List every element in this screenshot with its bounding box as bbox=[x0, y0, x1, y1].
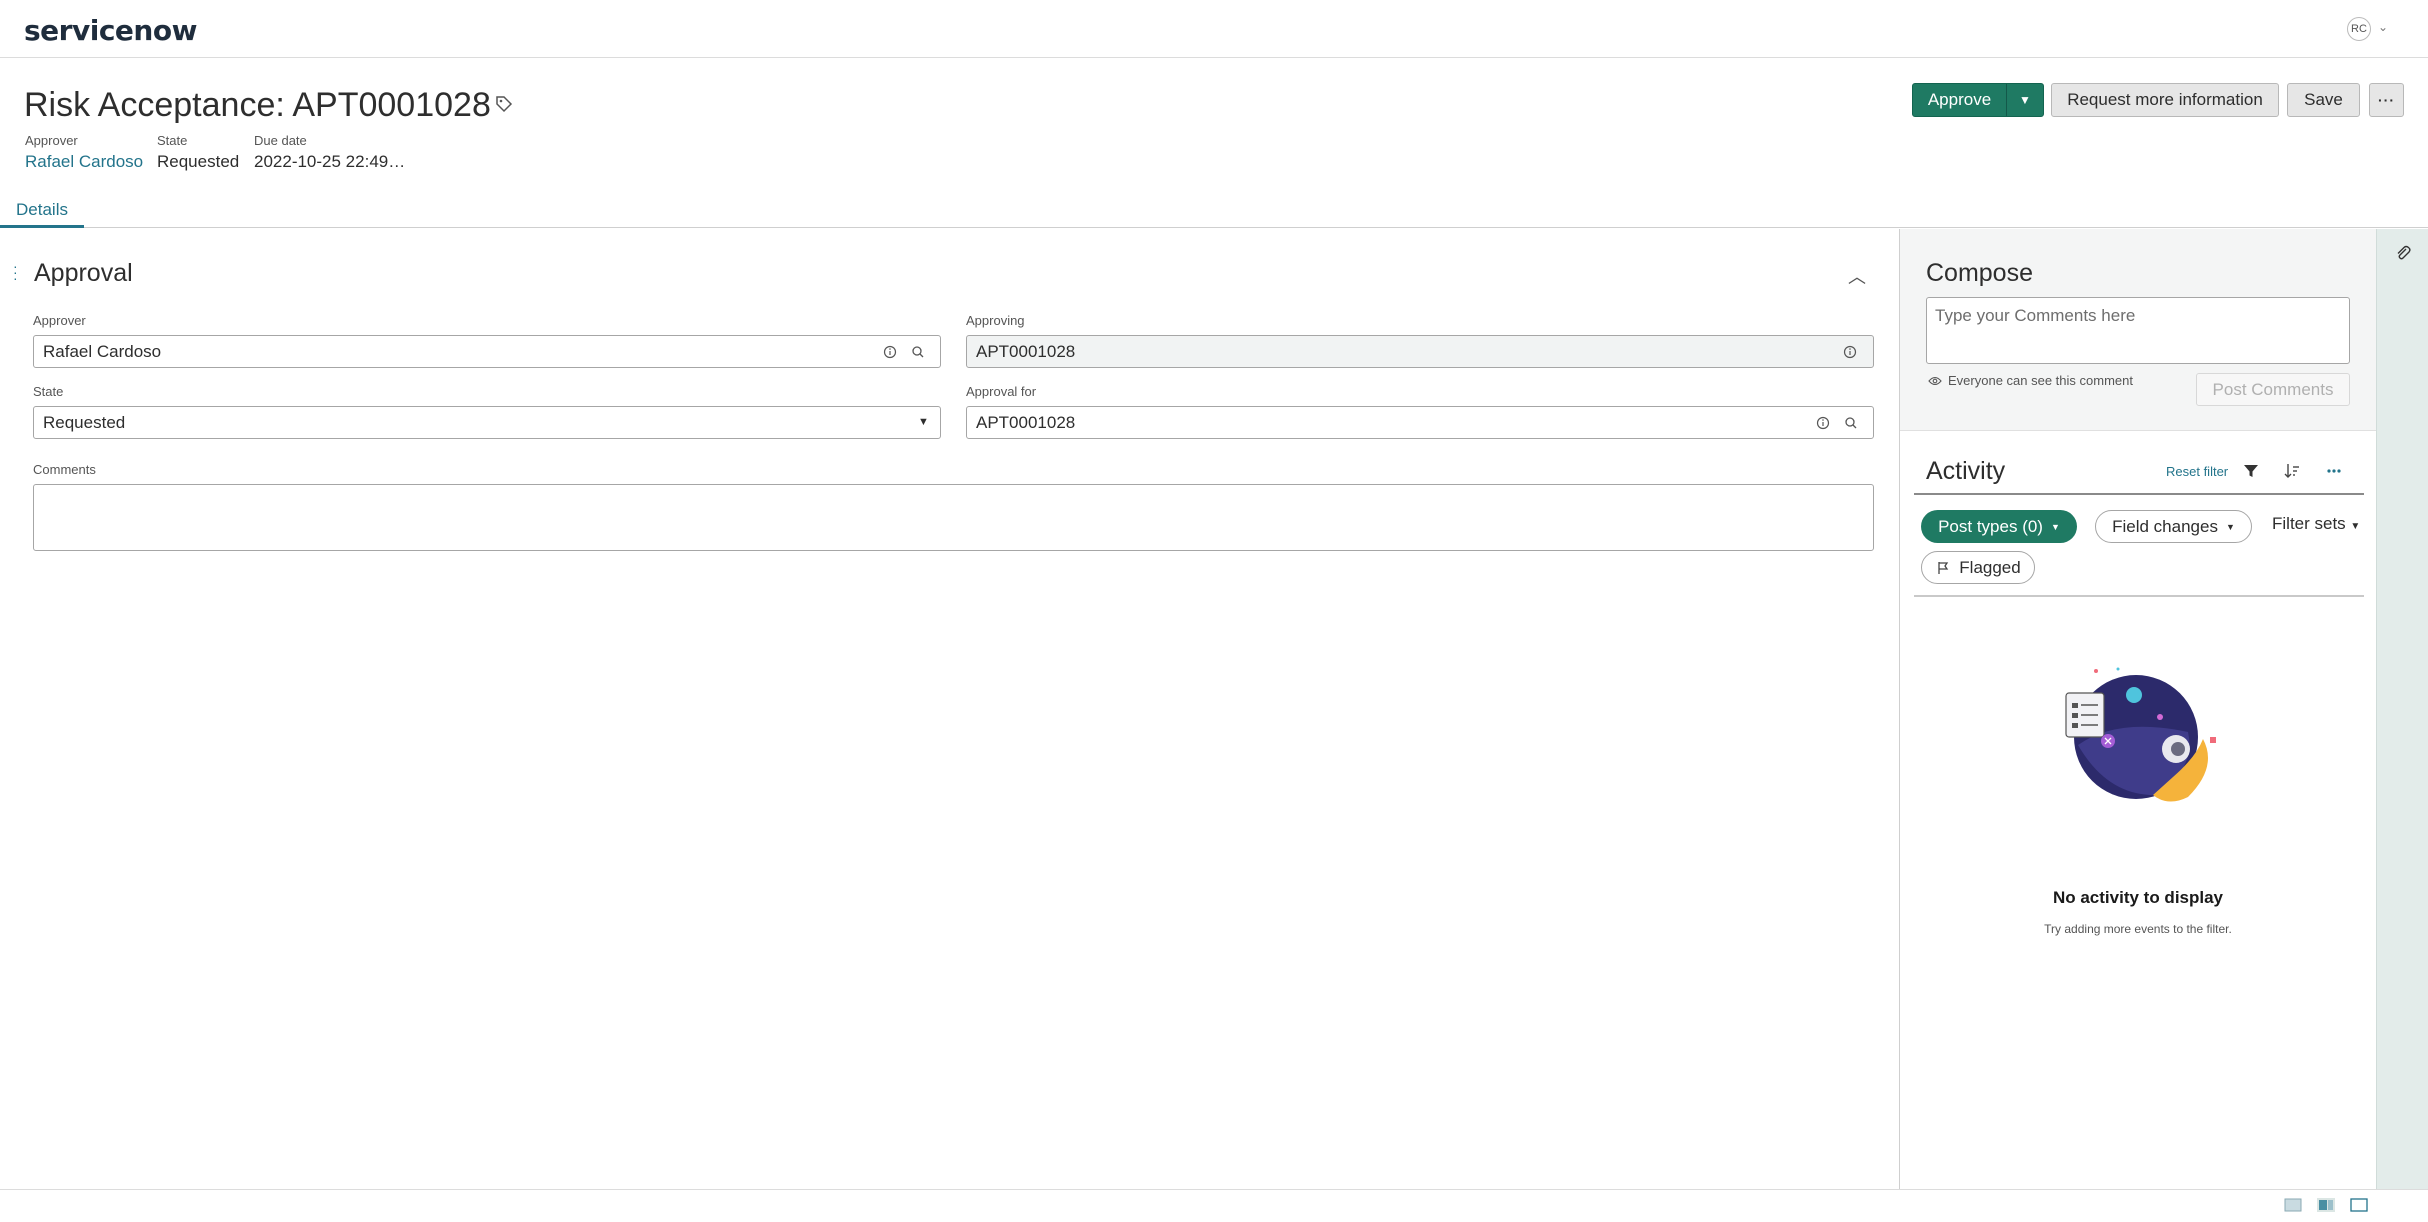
approver-value: Rafael Cardoso bbox=[43, 341, 162, 361]
caret-down-icon: ▼ bbox=[918, 416, 929, 428]
eye-icon bbox=[1928, 376, 1942, 385]
field-changes-label: Field changes bbox=[2112, 516, 2218, 536]
visibility-text: Everyone can see this comment bbox=[1948, 373, 2133, 388]
servicenow-logo[interactable]: servicenow bbox=[24, 14, 197, 47]
layout-wide-icon[interactable] bbox=[2350, 1198, 2368, 1212]
visibility-note: Everyone can see this comment bbox=[1928, 373, 2133, 388]
search-icon[interactable] bbox=[910, 344, 926, 360]
compose-section: Compose Type your Comments here Everyone… bbox=[1900, 229, 2376, 431]
comments-label: Comments bbox=[33, 462, 96, 477]
layout-single-icon[interactable] bbox=[2284, 1198, 2302, 1212]
comments-textarea[interactable] bbox=[33, 484, 1874, 551]
approving-value: APT0001028 bbox=[976, 341, 1076, 361]
paperclip-icon[interactable] bbox=[2393, 243, 2413, 263]
flagged-filter[interactable]: Flagged bbox=[1921, 551, 2035, 584]
flagged-label: Flagged bbox=[1959, 557, 2021, 577]
post-types-filter[interactable]: Post types (0) ▼ bbox=[1921, 510, 2077, 543]
approve-button[interactable]: Approve bbox=[1913, 84, 2007, 116]
caret-down-icon: ▼ bbox=[2225, 521, 2235, 532]
flag-icon bbox=[1938, 561, 1949, 574]
approving-label: Approving bbox=[966, 313, 1025, 328]
user-avatar[interactable]: RC bbox=[2347, 17, 2371, 41]
approver-link[interactable]: Rafael Cardoso bbox=[25, 152, 143, 172]
compose-title: Compose bbox=[1926, 259, 2033, 287]
meta-label: Due date bbox=[254, 133, 307, 148]
caret-down-icon: ▼ bbox=[2050, 521, 2060, 532]
filter-sets-dropdown[interactable]: Filter sets ▼ bbox=[2272, 514, 2360, 534]
info-icon[interactable] bbox=[882, 344, 898, 360]
state-value: Requested bbox=[43, 412, 126, 432]
reset-filter-link[interactable]: Reset filter bbox=[2166, 464, 2228, 479]
approving-field[interactable]: APT0001028 bbox=[966, 335, 1874, 368]
more-actions-button[interactable]: ··· bbox=[2369, 83, 2404, 117]
caret-down-icon: ▼ bbox=[2350, 521, 2361, 532]
info-icon[interactable] bbox=[1842, 344, 1858, 360]
meta-value: 2022-10-25 22:49… bbox=[254, 152, 406, 171]
empty-state-illustration bbox=[2065, 667, 2216, 802]
post-comments-button[interactable]: Post Comments bbox=[2196, 373, 2350, 406]
caret-down-icon[interactable]: ▼ bbox=[2007, 84, 2043, 116]
top-navigation-bar: servicenow RC ⌄ bbox=[0, 0, 2428, 58]
filter-sets-label: Filter sets bbox=[2272, 514, 2346, 533]
approver-field[interactable]: Rafael Cardoso bbox=[33, 335, 941, 368]
request-more-information-button[interactable]: Request more information bbox=[2051, 83, 2279, 117]
more-icon[interactable] bbox=[2324, 461, 2344, 481]
meta-approver: Approver Rafael Cardoso bbox=[25, 133, 143, 172]
save-button[interactable]: Save bbox=[2287, 83, 2360, 117]
logo-text: servicenow bbox=[24, 14, 197, 47]
meta-label: Approver bbox=[25, 133, 78, 148]
filter-icon[interactable] bbox=[2241, 461, 2261, 481]
approve-split-button: Approve ▼ bbox=[1912, 83, 2044, 117]
sort-icon[interactable] bbox=[2282, 461, 2302, 481]
approver-label: Approver bbox=[33, 313, 86, 328]
bottom-bar bbox=[0, 1189, 2428, 1222]
right-rail bbox=[2376, 229, 2428, 1189]
meta-value: Requested bbox=[157, 152, 240, 171]
post-types-label: Post types (0) bbox=[1938, 516, 2043, 536]
filter-divider bbox=[1914, 595, 2364, 597]
activity-divider bbox=[1914, 493, 2364, 495]
state-select[interactable]: Requested ▼ bbox=[33, 406, 941, 439]
tag-icon[interactable] bbox=[494, 94, 514, 114]
search-icon[interactable] bbox=[1843, 415, 1859, 431]
approval-for-label: Approval for bbox=[966, 384, 1037, 399]
tab-details[interactable]: Details bbox=[0, 194, 84, 228]
page-title: Risk Acceptance: APT0001028 bbox=[24, 86, 491, 124]
info-icon[interactable] bbox=[1815, 415, 1831, 431]
chevron-up-icon[interactable]: ︿ bbox=[1848, 263, 1866, 289]
form-area: · · · Approval ︿ Approver Rafael Cardoso A… bbox=[0, 229, 1900, 1189]
activity-panel: Compose Type your Comments here Everyone… bbox=[1900, 229, 2376, 1189]
layout-split-icon[interactable] bbox=[2317, 1198, 2335, 1212]
field-changes-filter[interactable]: Field changes ▼ bbox=[2095, 510, 2252, 543]
section-title: Approval bbox=[34, 259, 133, 287]
meta-label: State bbox=[157, 133, 188, 148]
record-header: Risk Acceptance: APT0001028 Approver Raf… bbox=[0, 58, 2428, 228]
chevron-down-icon[interactable]: ⌄ bbox=[2378, 20, 2388, 34]
empty-state-title: No activity to display bbox=[2052, 888, 2224, 907]
meta-due-date: Due date 2022-10-25 22:49… bbox=[254, 133, 405, 172]
approval-for-field[interactable]: APT0001028 bbox=[966, 406, 1874, 439]
approval-for-value: APT0001028 bbox=[976, 412, 1076, 432]
empty-state-subtitle: Try adding more events to the filter. bbox=[2044, 922, 2232, 936]
meta-state: State Requested bbox=[157, 133, 239, 172]
compose-textarea[interactable]: Type your Comments here bbox=[1926, 297, 2350, 364]
activity-title: Activity bbox=[1926, 457, 2006, 485]
drag-handle-icon[interactable]: · · · bbox=[13, 259, 19, 285]
state-label: State bbox=[33, 384, 64, 399]
